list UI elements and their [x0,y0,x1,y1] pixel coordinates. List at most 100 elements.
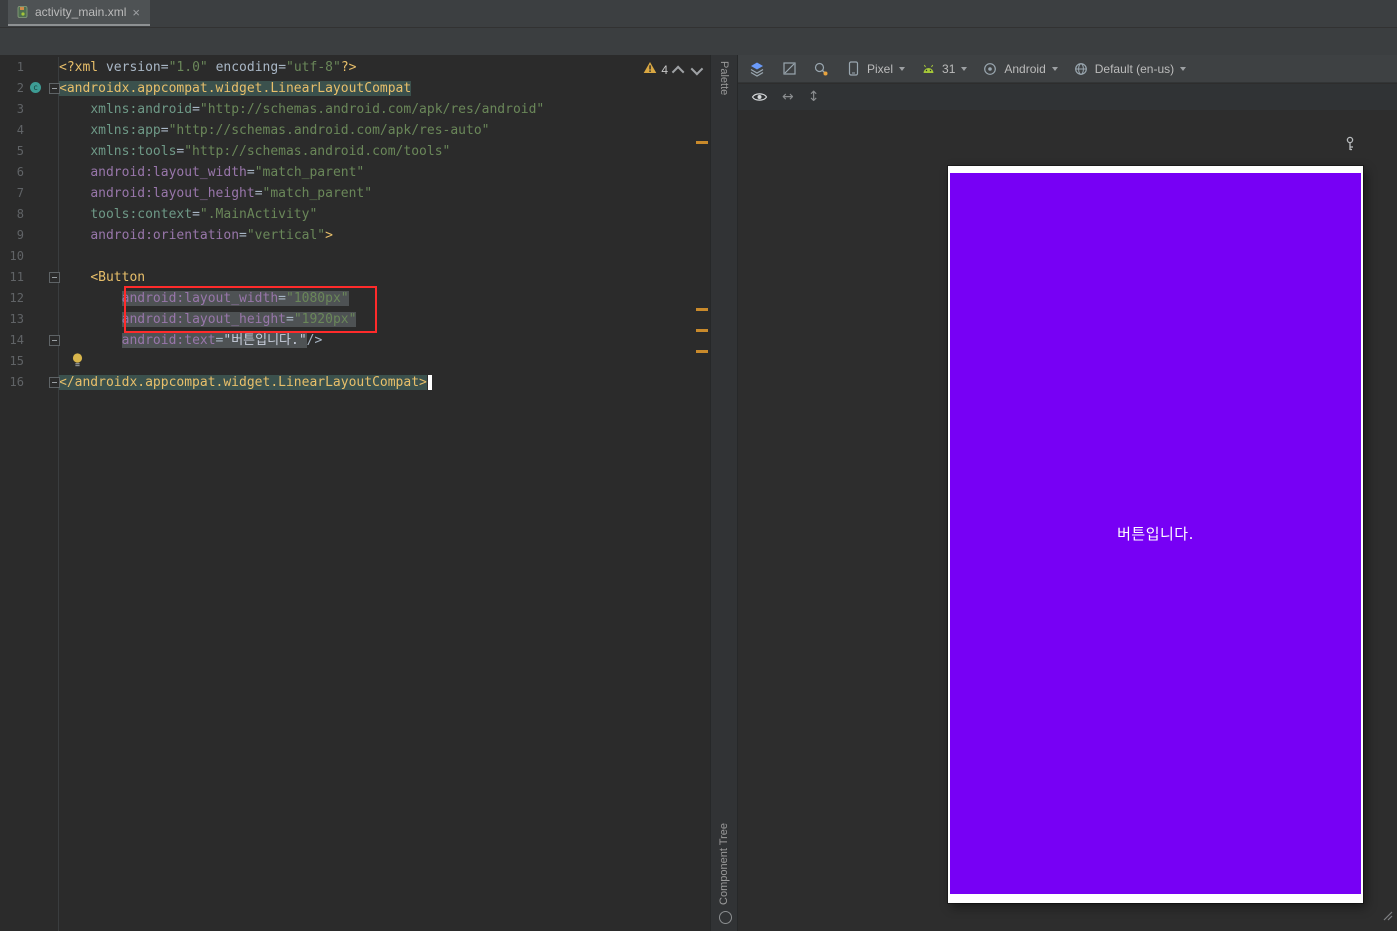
code-token: "버튼입니다." [223,333,307,348]
line-number: 15 [9,354,24,368]
line-number: 4 [16,123,24,137]
line-number: 1 [16,60,24,74]
scrollbar-warning-mark[interactable] [696,350,708,353]
code-token: xmlns:tools [90,144,177,159]
editor-gutter: 1 2 3 4 5 6 7 8 9 10 11 12 13 14 15 16 [0,57,59,931]
scrollbar-warning-mark[interactable] [696,329,708,332]
code-token: "http://schemas.android.com/apk/res/andr… [199,102,545,117]
chevron-down-icon [1180,66,1187,71]
android-head-icon [919,60,937,78]
code-line[interactable]: android:layout_width="match_parent" [59,162,694,183]
code-token: "1920px" [293,312,357,327]
code-line[interactable]: xmlns:android="http://schemas.android.co… [59,99,694,120]
line-number: 5 [16,144,24,158]
locale-selector-label: Default (en-us) [1094,61,1175,76]
class-gutter-icon[interactable]: c [30,82,41,93]
code-line[interactable]: android:layout_height="match_parent" [59,183,694,204]
scrollbar-warning-mark[interactable] [696,308,708,311]
phone-icon [844,60,862,78]
code-line[interactable]: <Button [59,267,694,288]
fold-marker-icon[interactable] [49,83,60,94]
swap-horizontal-icon[interactable]: ↔ [782,89,794,105]
theme-selector-label: Android [1004,61,1046,76]
eye-icon[interactable] [750,88,768,106]
api-selector-label: 31 [942,61,956,76]
code-line[interactable]: xmlns:tools="http://schemas.android.com/… [59,141,694,162]
code-token: <androidx.appcompat.widget.LinearLayoutC… [59,81,412,96]
code-token: android:layout_width [121,291,279,306]
line-number: 10 [9,249,24,263]
blueprint-icon[interactable] [780,60,798,78]
code-token: = [160,123,169,138]
code-line[interactable]: <androidx.appcompat.widget.LinearLayoutC… [59,78,694,99]
code-token: encoding [215,60,279,75]
code-line[interactable]: </androidx.appcompat.widget.LinearLayout… [59,372,694,393]
resize-grip-icon[interactable] [1380,908,1393,926]
code-line[interactable]: android:layout_height="1920px" [59,309,694,330]
code-token: tools:context [90,207,193,222]
code-token: = [160,60,169,75]
code-line[interactable]: <?xml version="1.0" encoding="utf-8"?> [59,57,694,78]
fold-marker-icon[interactable] [49,377,60,388]
api-selector[interactable]: 31 [919,60,968,78]
inspection-widget[interactable]: 4 [643,61,704,79]
android-xml-file-icon [16,6,29,19]
color-picker-icon[interactable] [812,60,830,78]
chevron-down-icon [961,66,968,71]
code-line[interactable]: android:orientation="vertical"> [59,225,694,246]
device-selector[interactable]: Pixel [844,60,906,78]
scrollbar-warning-mark[interactable] [696,141,708,144]
swap-vertical-icon[interactable]: ↕ [808,89,820,105]
line-number: 8 [16,207,24,221]
chevron-up-icon[interactable] [671,65,685,78]
component-tree-icon[interactable] [719,911,732,924]
text-caret [427,375,432,390]
code-token: = [192,102,200,117]
code-token: android:layout_height [90,186,255,201]
code-token: = [286,312,294,327]
locale-globe-icon [1072,60,1090,78]
code-token: "utf-8" [286,60,341,75]
code-token: xmlns:android [90,102,193,117]
chevron-down-icon[interactable] [690,62,704,75]
code-token: = [278,60,287,75]
component-tree-stripe-button[interactable]: Component Tree [718,823,730,905]
fold-marker-icon[interactable] [49,272,60,283]
key-icon[interactable] [1344,136,1356,157]
close-icon[interactable]: × [132,6,140,19]
code-token: = [246,165,255,180]
code-token: "match_parent" [254,165,365,180]
editor-pane[interactable]: 1 2 3 4 5 6 7 8 9 10 11 12 13 14 15 16 c <?xml version=… [0,55,710,931]
code-token: ".MainActivity" [199,207,318,222]
code-line[interactable]: tools:context=".MainActivity" [59,204,694,225]
design-canvas[interactable]: 버튼입니다. [738,110,1397,931]
chevron-down-icon [1051,66,1058,71]
lightbulb-icon[interactable] [71,352,84,373]
layers-icon[interactable] [748,60,766,78]
preview-screen[interactable]: 버튼입니다. [950,173,1361,894]
code-line[interactable]: android:text="버튼입니다."/> [59,330,694,351]
code-token: /> [306,333,323,348]
code-token: </androidx.appcompat.widget.LinearLayout… [59,375,427,390]
line-number: 9 [16,228,24,242]
line-number: 3 [16,102,24,116]
code-line[interactable] [59,351,694,372]
warning-count: 4 [661,63,668,77]
code-token: > [325,228,333,243]
palette-stripe-button[interactable]: Palette [718,61,730,95]
fold-marker-icon[interactable] [49,335,60,346]
code-token: "1080px" [286,291,349,306]
code-line[interactable]: xmlns:app="http://schemas.android.com/ap… [59,120,694,141]
locale-selector[interactable]: Default (en-us) [1072,60,1187,78]
code-token: = [192,207,200,222]
theme-selector[interactable]: Android [981,60,1058,78]
preview-button[interactable]: 버튼입니다. [1117,523,1194,544]
tool-window-stripe: Palette Component Tree [710,55,738,931]
code-line[interactable] [59,246,694,267]
code-token: android:orientation [90,228,240,243]
code-line[interactable]: android:layout_width="1080px" [59,288,694,309]
line-number: 6 [16,165,24,179]
line-number: 12 [9,291,24,305]
code-token: android:text [121,333,216,348]
tab-activity-main-xml[interactable]: activity_main.xml × [8,0,150,26]
